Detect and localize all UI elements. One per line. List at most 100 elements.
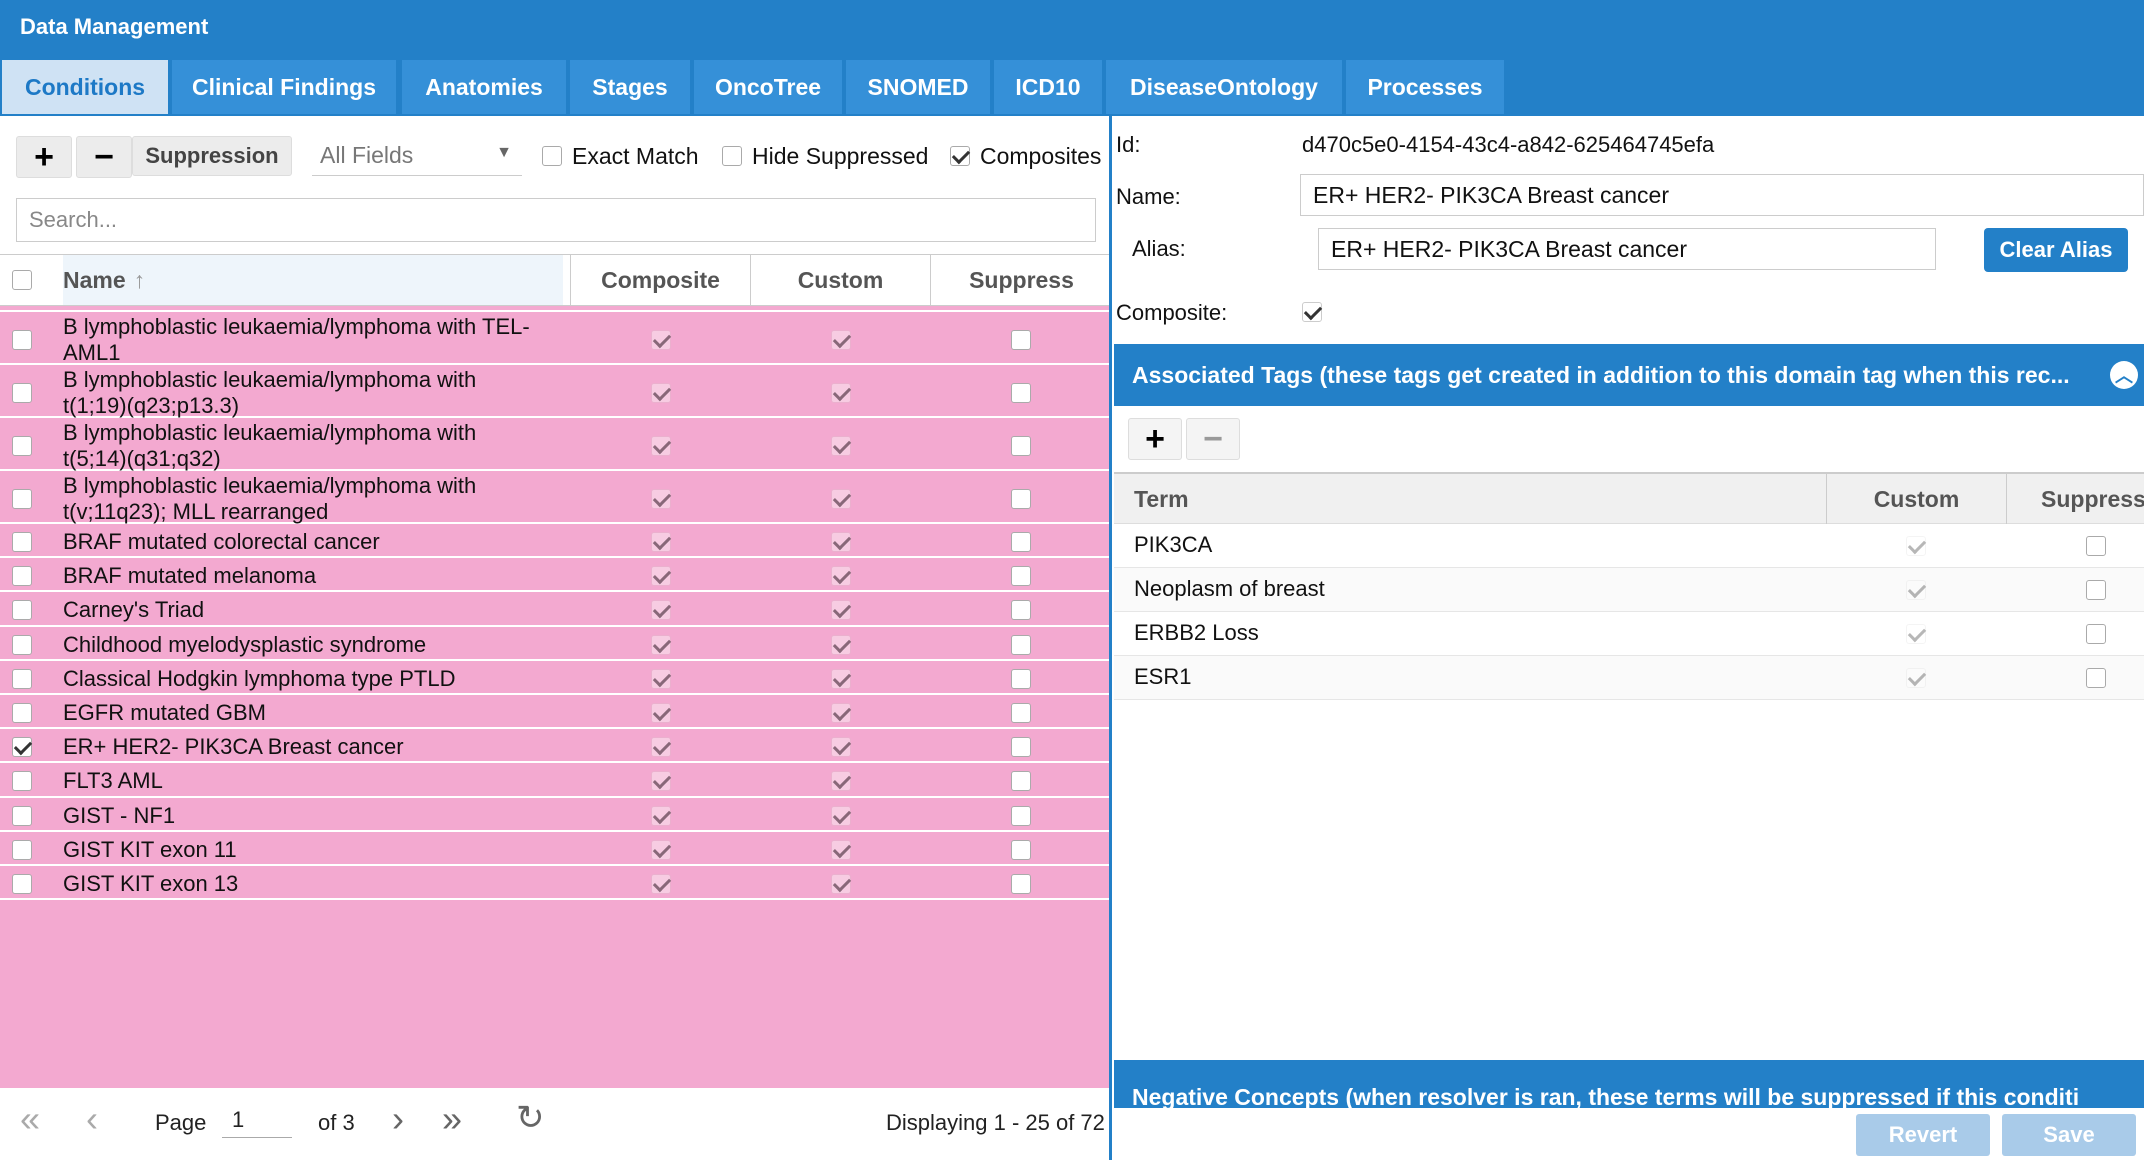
custom-checkbox[interactable] (831, 329, 851, 350)
tab-anatomies[interactable]: Anatomies (402, 60, 566, 114)
table-row[interactable]: ER+ HER2- PIK3CA Breast cancer (0, 731, 1109, 764)
tab-stages[interactable]: Stages (570, 60, 690, 114)
suppress-checkbox[interactable] (1011, 532, 1031, 553)
row-select-checkbox[interactable] (12, 874, 32, 895)
list-item[interactable]: PIK3CA (1114, 524, 2144, 568)
tab-diseaseontology[interactable]: DiseaseOntology (1106, 60, 1342, 114)
table-row[interactable]: BCR-ABL1 (0, 306, 1109, 312)
add-button[interactable]: + (16, 136, 72, 178)
tab-conditions[interactable]: Conditions (2, 60, 168, 114)
suppress-checkbox[interactable] (1011, 488, 1031, 509)
composites-checkbox[interactable] (950, 146, 970, 166)
table-row[interactable]: B lymphoblastic leukaemia/lymphoma with … (0, 367, 1109, 418)
exact-match-checkbox[interactable] (542, 146, 562, 166)
refresh-icon[interactable]: ↻ (516, 1098, 545, 1138)
suppress-checkbox[interactable] (1011, 805, 1031, 826)
row-select-checkbox[interactable] (12, 805, 32, 826)
suppress-checkbox[interactable] (1011, 435, 1031, 456)
tag-custom-checkbox[interactable] (1906, 536, 1926, 556)
suppress-checkbox[interactable] (1011, 668, 1031, 689)
composite-checkbox[interactable] (651, 634, 671, 655)
composite-checkbox[interactable] (651, 771, 671, 792)
row-select-checkbox[interactable] (12, 668, 32, 689)
negative-concepts-header[interactable]: Negative Concepts (when resolver is ran,… (1114, 1060, 2144, 1108)
tag-custom-checkbox[interactable] (1906, 580, 1926, 600)
revert-button[interactable]: Revert (1856, 1114, 1990, 1156)
remove-tag-button[interactable]: − (1186, 418, 1240, 460)
custom-checkbox[interactable] (831, 737, 851, 758)
search-input[interactable]: Search... (16, 198, 1096, 242)
tag-custom-checkbox[interactable] (1906, 668, 1926, 688)
composite-checkbox[interactable] (651, 703, 671, 724)
row-select-checkbox[interactable] (12, 382, 32, 403)
last-page-icon[interactable]: » (442, 1098, 462, 1140)
row-select-checkbox[interactable] (12, 600, 32, 621)
custom-checkbox[interactable] (831, 874, 851, 895)
add-tag-button[interactable]: + (1128, 418, 1182, 460)
associated-tags-header[interactable]: Associated Tags (these tags get created … (1114, 344, 2144, 406)
custom-checkbox[interactable] (831, 668, 851, 689)
custom-checkbox[interactable] (831, 488, 851, 509)
row-select-checkbox[interactable] (12, 532, 32, 553)
page-input[interactable]: 1 (222, 1102, 292, 1138)
custom-checkbox[interactable] (831, 435, 851, 456)
table-row[interactable]: EGFR mutated GBM (0, 697, 1109, 730)
tag-suppress-checkbox[interactable] (2086, 580, 2106, 600)
list-item[interactable]: ERBB2 Loss (1114, 612, 2144, 656)
tab-processes[interactable]: Processes (1346, 60, 1504, 114)
composite-checkbox[interactable] (651, 600, 671, 621)
custom-checkbox[interactable] (831, 634, 851, 655)
next-page-icon[interactable]: › (392, 1098, 404, 1140)
table-row[interactable]: GIST KIT exon 11 (0, 834, 1109, 866)
suppress-checkbox[interactable] (1011, 566, 1031, 587)
table-row[interactable]: B lymphoblastic leukaemia/lymphoma with … (0, 314, 1109, 365)
table-row[interactable]: BRAF mutated melanoma (0, 560, 1109, 593)
suppress-checkbox[interactable] (1011, 382, 1031, 403)
suppress-checkbox[interactable] (1011, 329, 1031, 350)
custom-checkbox[interactable] (831, 566, 851, 587)
tag-suppress-column-header[interactable]: Suppress (2006, 474, 2144, 524)
table-row[interactable]: Carney's Triad (0, 594, 1109, 627)
name-field[interactable]: ER+ HER2- PIK3CA Breast cancer (1300, 174, 2144, 216)
composite-checkbox[interactable] (651, 874, 671, 895)
field-select[interactable]: All Fields ▼ (312, 136, 522, 176)
suppress-checkbox[interactable] (1011, 771, 1031, 792)
custom-checkbox[interactable] (831, 382, 851, 403)
composite-checkbox[interactable] (651, 805, 671, 826)
custom-checkbox[interactable] (831, 600, 851, 621)
exact-match-toggle[interactable]: Exact Match (542, 136, 699, 176)
tab-snomed[interactable]: SNOMED (846, 60, 990, 114)
name-column-header[interactable]: Name ↑ (63, 255, 563, 305)
tag-suppress-checkbox[interactable] (2086, 536, 2106, 556)
composite-checkbox[interactable] (651, 839, 671, 860)
table-row[interactable]: FLT3 AML (0, 765, 1109, 798)
custom-column-header[interactable]: Custom (750, 255, 930, 305)
tag-suppress-checkbox[interactable] (2086, 624, 2106, 644)
custom-checkbox[interactable] (831, 703, 851, 724)
suppress-checkbox[interactable] (1011, 874, 1031, 895)
tab-icd10[interactable]: ICD10 (994, 60, 1102, 114)
suppress-checkbox[interactable] (1011, 600, 1031, 621)
composites-toggle[interactable]: Composites (950, 136, 1101, 176)
custom-checkbox[interactable] (831, 839, 851, 860)
composite-checkbox[interactable] (651, 488, 671, 509)
collapse-icon[interactable]: ︿ (2110, 361, 2138, 389)
select-all-checkbox[interactable] (12, 270, 32, 290)
composite-column-header[interactable]: Composite (570, 255, 750, 305)
composite-checkbox[interactable] (651, 329, 671, 350)
first-page-icon[interactable]: « (20, 1098, 40, 1140)
tab-clinical-findings[interactable]: Clinical Findings (172, 60, 396, 114)
tag-custom-column-header[interactable]: Custom (1826, 474, 2006, 524)
remove-button[interactable]: − (76, 136, 132, 178)
suppress-checkbox[interactable] (1011, 634, 1031, 655)
suppress-checkbox[interactable] (1011, 703, 1031, 724)
tag-suppress-checkbox[interactable] (2086, 668, 2106, 688)
clear-alias-button[interactable]: Clear Alias (1984, 228, 2128, 272)
save-button[interactable]: Save (2002, 1114, 2136, 1156)
custom-checkbox[interactable] (831, 771, 851, 792)
row-select-checkbox[interactable] (12, 488, 32, 509)
hide-suppressed-toggle[interactable]: Hide Suppressed (722, 136, 928, 176)
composite-checkbox[interactable] (651, 566, 671, 587)
row-select-checkbox[interactable] (12, 329, 32, 350)
row-select-checkbox[interactable] (12, 703, 32, 724)
